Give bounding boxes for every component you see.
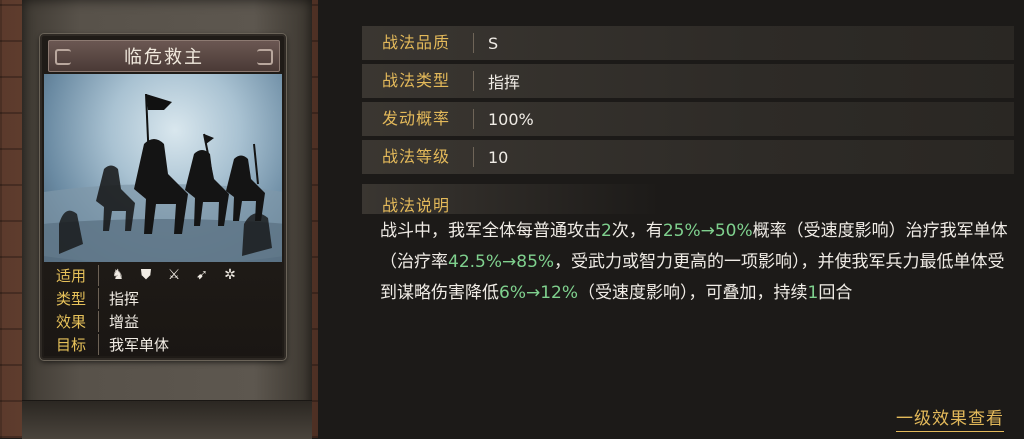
desc-highlight: 6%→12% [499,283,578,303]
desc-highlight: 42.5%→85% [448,252,555,272]
meta-key: 适用 [44,264,99,286]
stat-row-type: 战法类型 指挥 [362,64,1014,98]
scroll-curl-icon [257,49,273,65]
meta-row-type: 类型 指挥 [44,287,282,309]
stat-key: 战法品质 [362,33,474,53]
stat-value: 100% [488,109,534,129]
description-text: 战斗中，我军全体每普通攻击2次，有25%→50%概率（受速度影响）治疗我军单体（… [380,216,1014,309]
crossed-swords-icon: ⚔ [167,267,181,283]
meta-value: 指挥 [109,289,140,308]
stat-key: 发动概率 [362,109,474,129]
meta-key: 目标 [44,333,99,355]
scroll-edge [22,400,312,439]
troop-type-icons: ♞ ⛊ ⚔ ➹ ✲ [99,266,239,284]
desc-segment: （受速度影响），可叠加，持续 [578,283,808,303]
stat-key: 战法类型 [362,71,474,91]
cavalry-silhouette-art [42,93,284,279]
desc-segment: 战斗中，我军全体每普通攻击 [380,221,601,241]
card-artwork [42,74,284,279]
desc-segment: 回合 [818,283,853,303]
stat-key: 战法等级 [362,147,474,167]
meta-key: 效果 [44,310,99,332]
desc-highlight: 2 [601,221,612,241]
stat-value: 10 [488,147,509,167]
description-title: 战法说明 [382,196,451,215]
card-title: 临危救主 [124,47,204,68]
stat-row-quality: 战法品质 S [362,26,1014,60]
stat-row-level: 战法等级 10 [362,140,1014,174]
stat-value: S [488,33,499,53]
meta-key: 类型 [44,287,99,309]
card-meta: 适用 ♞ ⛊ ⚔ ➹ ✲ 类型 指挥 效果 增益 目标 我军单体 [44,262,282,356]
card-title-bar: 临危救主 [48,40,280,72]
meta-row-effect: 效果 增益 [44,310,282,332]
spear-icon: ➹ [196,267,208,283]
meta-value: 我军单体 [109,335,170,354]
stat-row-trigger-rate: 发动概率 100% [362,102,1014,136]
tactic-card: 临危救主 适用 ♞ ⛊ ⚔ ➹ ✲ 类型 指挥 效果 增益 目标 我军单体 [40,34,286,360]
shield-icon: ⛊ [140,267,152,283]
meta-row-target: 目标 我军单体 [44,333,282,355]
level-one-effect-link[interactable]: 一级效果查看 [896,404,1004,432]
cavalry-icon: ♞ [111,267,125,283]
meta-value: 增益 [109,312,140,331]
meta-row-applicable: 适用 ♞ ⛊ ⚔ ➹ ✲ [44,264,282,286]
desc-highlight: 25%→50% [662,221,753,241]
tactic-detail-panel: 战法品质 S 战法类型 指挥 发动概率 100% 战法等级 10 战法说明 战斗… [362,26,1024,438]
stat-value: 指挥 [488,73,521,92]
scroll-curl-icon [55,49,71,65]
wheel-icon: ✲ [224,267,236,283]
desc-segment: 次，有 [611,221,663,241]
desc-highlight: 1 [807,283,819,303]
